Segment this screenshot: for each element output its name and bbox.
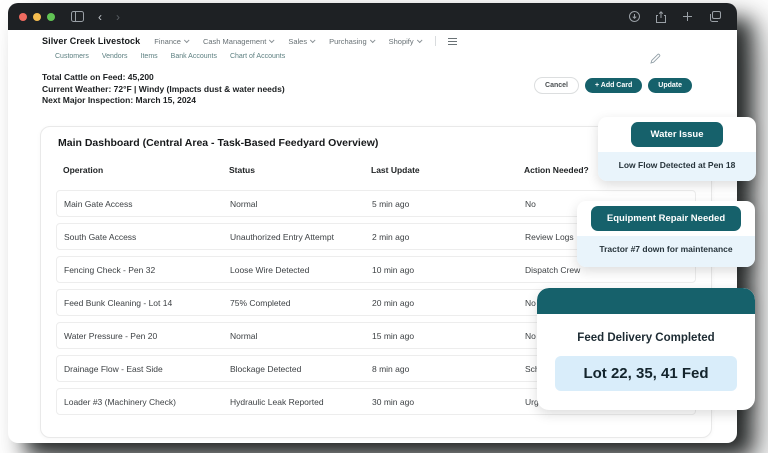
toast-water-issue[interactable]: Water Issue Low Flow Detected at Pen 18	[598, 117, 756, 181]
subnav-chart-of-accounts[interactable]: Chart of Accounts	[230, 53, 285, 60]
window-controls	[19, 13, 55, 21]
menu-finance[interactable]: Finance	[154, 37, 188, 46]
chevron-down-icon	[184, 37, 190, 43]
share-icon[interactable]	[656, 11, 666, 23]
toast-highlight-text: Lot 22, 35, 41 Fed	[555, 356, 737, 391]
tabs-overview-icon[interactable]	[709, 11, 721, 22]
column-status: Status	[229, 165, 371, 175]
column-last-update: Last Update	[371, 165, 524, 175]
dashboard-title: Main Dashboard (Central Area - Task-Base…	[58, 137, 378, 149]
feedyard-summary: Total Cattle on Feed: 45,200 Current Wea…	[42, 72, 285, 107]
brand-name: Silver Creek Livestock	[42, 36, 140, 46]
column-operation: Operation	[63, 165, 229, 175]
menu-cash-management[interactable]: Cash Management	[203, 37, 273, 46]
cattle-count-text: Total Cattle on Feed: 45,200	[42, 72, 285, 84]
screen: ‹ ›	[0, 0, 768, 453]
nav-divider	[435, 36, 436, 46]
toast-title-badge: Water Issue	[631, 122, 724, 147]
minimize-window-button[interactable]	[33, 13, 41, 21]
toast-title: Feed Delivery Completed	[537, 332, 755, 344]
toast-equipment-repair[interactable]: Equipment Repair Needed Tractor #7 down …	[577, 201, 755, 267]
card-actions: Cancel + Add Card Update	[534, 77, 692, 94]
app-nav: Silver Creek Livestock Finance Cash Mana…	[42, 36, 719, 60]
hamburger-menu-icon[interactable]	[448, 38, 457, 45]
inspection-text: Next Major Inspection: March 15, 2024	[42, 95, 285, 107]
subnav-items[interactable]: Items	[141, 53, 158, 60]
subnav-bank-accounts[interactable]: Bank Accounts	[171, 53, 217, 60]
chevron-down-icon	[269, 37, 275, 43]
edit-pencil-icon[interactable]	[649, 53, 661, 65]
toast-message: Low Flow Detected at Pen 18	[598, 152, 756, 181]
sidebar-icon[interactable]	[71, 11, 84, 22]
toast-message: Tractor #7 down for maintenance	[577, 236, 755, 267]
chevron-down-icon	[417, 37, 423, 43]
menu-sales[interactable]: Sales	[288, 37, 314, 46]
menu-purchasing[interactable]: Purchasing	[329, 37, 374, 46]
toast-feed-delivery[interactable]: Feed Delivery Completed Lot 22, 35, 41 F…	[537, 288, 755, 410]
add-card-button[interactable]: + Add Card	[585, 78, 642, 93]
chevron-down-icon	[370, 37, 376, 43]
zoom-window-button[interactable]	[47, 13, 55, 21]
toast-title-badge: Equipment Repair Needed	[591, 206, 741, 231]
update-button[interactable]: Update	[648, 78, 692, 93]
sub-nav: Customers Vendors Items Bank Accounts Ch…	[55, 53, 719, 60]
toast-header-bar	[537, 288, 755, 314]
subnav-vendors[interactable]: Vendors	[102, 53, 128, 60]
back-icon[interactable]: ‹	[98, 11, 102, 23]
browser-nav-icons: ‹ ›	[71, 11, 120, 23]
browser-action-icons	[629, 11, 721, 23]
download-icon[interactable]	[629, 11, 640, 22]
weather-text: Current Weather: 72°F | Windy (Impacts d…	[42, 84, 285, 96]
chevron-down-icon	[310, 37, 316, 43]
subnav-customers[interactable]: Customers	[55, 53, 89, 60]
cancel-button[interactable]: Cancel	[534, 77, 579, 94]
main-menus: Finance Cash Management Sales Purchasing…	[154, 37, 420, 46]
new-tab-icon[interactable]	[682, 11, 693, 22]
menu-shopify[interactable]: Shopify	[389, 37, 421, 46]
forward-icon[interactable]: ›	[116, 11, 120, 23]
close-window-button[interactable]	[19, 13, 27, 21]
browser-titlebar: ‹ ›	[8, 3, 737, 30]
